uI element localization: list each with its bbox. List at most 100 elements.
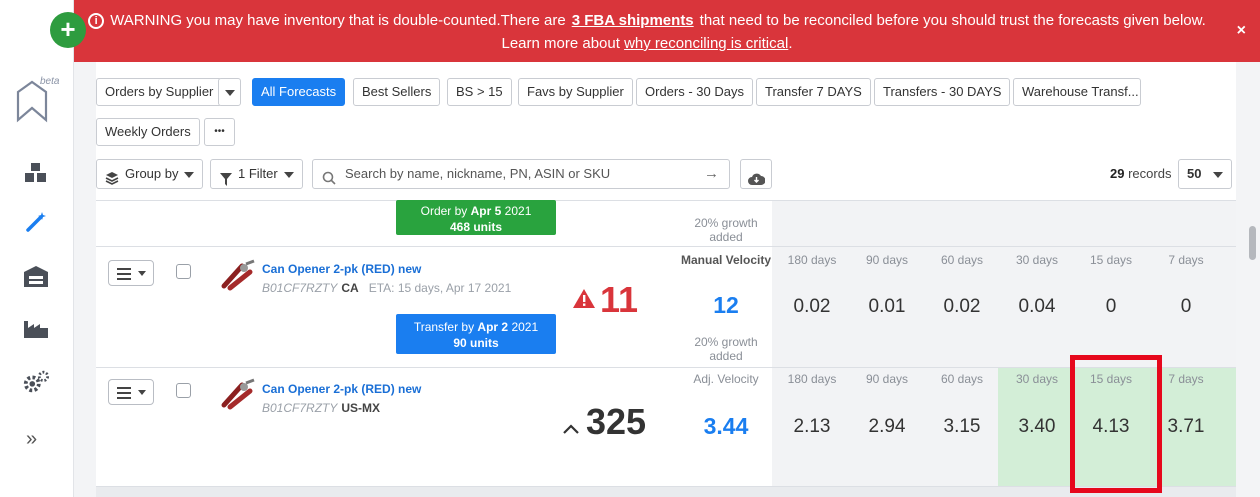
records-number: 29	[1110, 166, 1125, 181]
order-by-units: 468 units	[449, 220, 503, 234]
product-details: B01CF7RZTY CA ETA: 15 days, Apr 17 2021	[262, 281, 511, 295]
search-icon	[322, 167, 336, 195]
period-90-header: 90 days	[865, 372, 909, 386]
next-row-stub	[96, 487, 1236, 497]
period-180-header: 180 days	[787, 372, 837, 386]
row-menu-button[interactable]	[108, 260, 154, 286]
order-by-title: Order by Apr 5 2021	[396, 203, 556, 219]
records-count: 29 records	[1110, 166, 1171, 181]
view-transfers-30-days[interactable]: Transfers - 30 DAYS	[874, 78, 1011, 106]
chevron-down-icon	[184, 172, 195, 178]
stock-alert-value: 11	[600, 279, 639, 320]
group-by-label: Group by	[125, 166, 179, 181]
velocity-value[interactable]: 3.44	[676, 413, 776, 440]
warehouse-icon[interactable]	[22, 262, 50, 290]
trend-value: 325	[586, 401, 647, 442]
factory-icon[interactable]	[22, 314, 50, 342]
period-30-header: 30 days	[1015, 253, 1059, 267]
search-placeholder: Search by name, nickname, PN, ASIN or SK…	[345, 166, 611, 181]
cloud-download-icon	[748, 168, 766, 194]
arrow-right-icon[interactable]: →	[704, 160, 719, 188]
velocity-180: 0.02	[793, 296, 831, 317]
chevron-down-icon	[283, 172, 294, 178]
period-180-header: 180 days	[787, 253, 837, 267]
order-by-year: 2021	[504, 204, 532, 218]
period-30-header: 30 days	[1015, 372, 1059, 386]
view-dropdown-toggle[interactable]	[218, 78, 241, 106]
records-label: records	[1128, 166, 1172, 181]
learn-more-suffix: .	[788, 35, 793, 52]
vertical-scrollbar[interactable]	[1249, 226, 1256, 260]
velocity-label: Manual Velocity	[680, 253, 772, 267]
forecast-table: Order by Apr 5 2021 468 units 20% growth…	[96, 200, 1236, 497]
row-divider	[96, 200, 1236, 201]
velocity-30: 3.40	[1018, 416, 1056, 437]
view-weekly-orders[interactable]: Weekly Orders	[96, 118, 200, 146]
page-size-select[interactable]: 50	[1178, 159, 1232, 189]
view-bs-15[interactable]: BS > 15	[447, 78, 512, 106]
forecast-container: Orders by Supplier All Forecasts Best Se…	[96, 62, 1236, 497]
transfer-by-date: Apr 2	[477, 320, 509, 334]
cloud-download-button[interactable]	[740, 159, 772, 189]
row-checkbox[interactable]	[176, 383, 191, 398]
menu-icon	[117, 386, 131, 404]
row-divider	[96, 367, 1236, 368]
view-orders-30-days[interactable]: Orders - 30 Days	[636, 78, 753, 106]
boxes-icon[interactable]	[22, 158, 50, 186]
settings-icon[interactable]	[22, 368, 50, 396]
product-details: B01CF7RZTY US-MX	[262, 401, 380, 415]
product-asin: B01CF7RZTY	[262, 401, 338, 415]
order-by-tag[interactable]: Order by Apr 5 2021 468 units	[396, 200, 556, 235]
period-7-header: 7 days	[1168, 253, 1204, 267]
velocity-60: 3.15	[943, 416, 981, 437]
more-views-button[interactable]: •••	[204, 118, 235, 146]
transfer-by-tag[interactable]: Transfer by Apr 2 2021 90 units	[396, 314, 556, 354]
menu-icon	[117, 267, 131, 285]
view-all-forecasts[interactable]: All Forecasts	[252, 78, 346, 106]
period-60-header: 60 days	[940, 372, 984, 386]
layers-icon	[105, 167, 119, 195]
filter-button[interactable]: 1 Filter	[210, 159, 303, 189]
learn-more-text: Learn more about	[501, 35, 620, 52]
warning-banner: i WARNING you may have inventory that is …	[74, 0, 1260, 62]
close-banner-button[interactable]: ×	[1237, 22, 1246, 40]
chevron-down-icon	[138, 390, 146, 395]
chevron-down-icon	[138, 271, 146, 276]
velocity-7: 0	[1180, 296, 1192, 317]
view-orders-by-supplier[interactable]: Orders by Supplier	[96, 78, 223, 106]
chevron-up-icon	[562, 422, 580, 440]
magic-wand-icon[interactable]	[22, 208, 50, 236]
growth-note: 20% growth added	[694, 335, 758, 363]
view-transfer-7-days[interactable]: Transfer 7 DAYS	[756, 78, 871, 106]
product-asin: B01CF7RZTY	[262, 281, 338, 295]
velocity-value[interactable]: 12	[676, 292, 776, 319]
velocity-60: 0.02	[943, 296, 981, 317]
transfer-by-title: Transfer by Apr 2 2021	[396, 319, 556, 335]
order-by-prefix: Order by	[420, 204, 468, 218]
expand-sidebar-button[interactable]: »	[26, 428, 37, 451]
view-best-sellers[interactable]: Best Sellers	[353, 78, 441, 106]
highlight-annotation-box	[1070, 355, 1162, 493]
velocity-180: 2.13	[793, 416, 831, 437]
why-reconciling-link[interactable]: why reconciling is critical	[624, 35, 788, 52]
view-warehouse-transfers[interactable]: Warehouse Transf...	[1013, 78, 1141, 106]
filter-label: 1 Filter	[238, 166, 278, 181]
product-thumbnail[interactable]	[218, 377, 258, 411]
period-90-header: 90 days	[865, 253, 909, 267]
product-thumbnail[interactable]	[218, 258, 258, 292]
velocity-30: 0.04	[1018, 296, 1056, 317]
search-input[interactable]: Search by name, nickname, PN, ASIN or SK…	[312, 159, 730, 189]
product-name[interactable]: Can Opener 2-pk (RED) new	[262, 262, 421, 276]
velocity-90: 2.94	[868, 416, 906, 437]
group-by-button[interactable]: Group by	[96, 159, 204, 189]
view-favs-by-supplier[interactable]: Favs by Supplier	[518, 78, 633, 106]
warning-text-after: that need to be reconciled before you sh…	[699, 12, 1206, 29]
add-button[interactable]: +	[50, 12, 86, 48]
period-60-header: 60 days	[940, 253, 984, 267]
product-eta: ETA: 15 days, Apr 17 2021	[368, 281, 512, 295]
product-name[interactable]: Can Opener 2-pk (RED) new	[262, 382, 421, 396]
row-menu-button[interactable]	[108, 379, 154, 405]
row-checkbox[interactable]	[176, 264, 191, 279]
order-by-date: Apr 5	[470, 204, 502, 218]
fba-shipments-link[interactable]: 3 FBA shipments	[572, 12, 694, 29]
